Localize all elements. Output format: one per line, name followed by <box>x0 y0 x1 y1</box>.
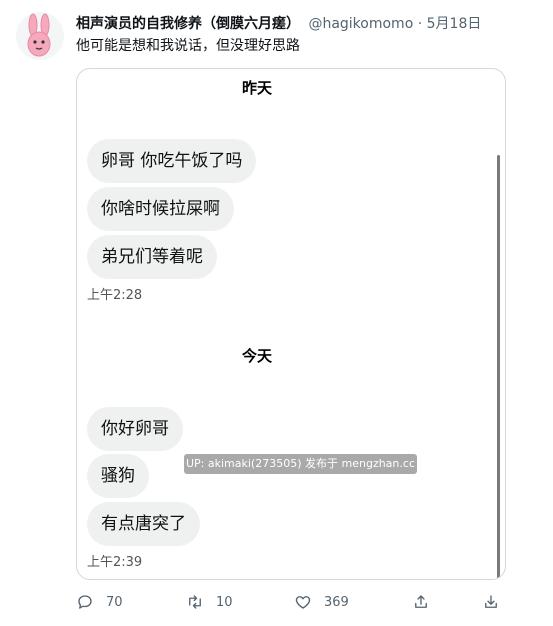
chat-bubble: 骚狗 <box>87 454 149 498</box>
day-label-today: 今天 <box>242 347 273 365</box>
share-icon <box>415 595 427 608</box>
reply-count: 70 <box>106 594 123 610</box>
chat-timestamp: 上午2:28 <box>87 288 143 303</box>
separator: · <box>417 16 423 32</box>
tweet-header: 相声演员的自我修养（倒膜六月瘥） @hagikomomo · 5月18日 <box>76 14 537 34</box>
avatar[interactable] <box>16 12 64 60</box>
scrollbar <box>497 155 500 579</box>
display-name[interactable]: 相声演员的自我修养（倒膜六月瘥） <box>76 16 300 32</box>
chat-bubble: 弟兄们等着呢 <box>87 235 217 279</box>
download-button[interactable] <box>482 592 500 612</box>
retweet-icon <box>189 595 201 609</box>
chat-bubble: 卵哥 你吃午饭了吗 <box>87 139 257 183</box>
tweet-media-image[interactable]: 昨天 卵哥 你吃午饭了吗 你啥时候拉屎啊 弟兄们等着呢 上午2:28 今天 你好… <box>76 68 506 580</box>
reply-icon <box>78 595 92 609</box>
tweet-actions: 70 10 369 <box>76 592 537 612</box>
chat-bubble: 有点唐突了 <box>87 502 200 546</box>
download-icon <box>485 595 497 608</box>
heart-icon <box>295 596 311 609</box>
share-button[interactable] <box>412 592 430 612</box>
watermark: UP: akimaki(273505) 发布于 mengzhan.cc <box>184 454 417 474</box>
retweet-count: 10 <box>216 594 233 610</box>
chat-bubble: 你好卵哥 <box>87 407 183 451</box>
like-count: 369 <box>324 594 349 610</box>
pink-rabbit-avatar-icon <box>27 13 51 57</box>
day-label-yesterday: 昨天 <box>242 79 273 97</box>
chat-bubble: 你啥时候拉屎啊 <box>87 187 234 231</box>
chat-timestamp: 上午2:39 <box>87 555 143 570</box>
tweet-text: 他可能是想和我说话，但没理好思路 <box>76 38 300 54</box>
user-handle[interactable]: @hagikomomo <box>308 16 413 32</box>
retweet-button[interactable]: 10 <box>186 592 233 612</box>
reply-button[interactable]: 70 <box>76 592 123 612</box>
like-button[interactable]: 369 <box>294 592 349 612</box>
tweet-date[interactable]: 5月18日 <box>427 16 482 32</box>
